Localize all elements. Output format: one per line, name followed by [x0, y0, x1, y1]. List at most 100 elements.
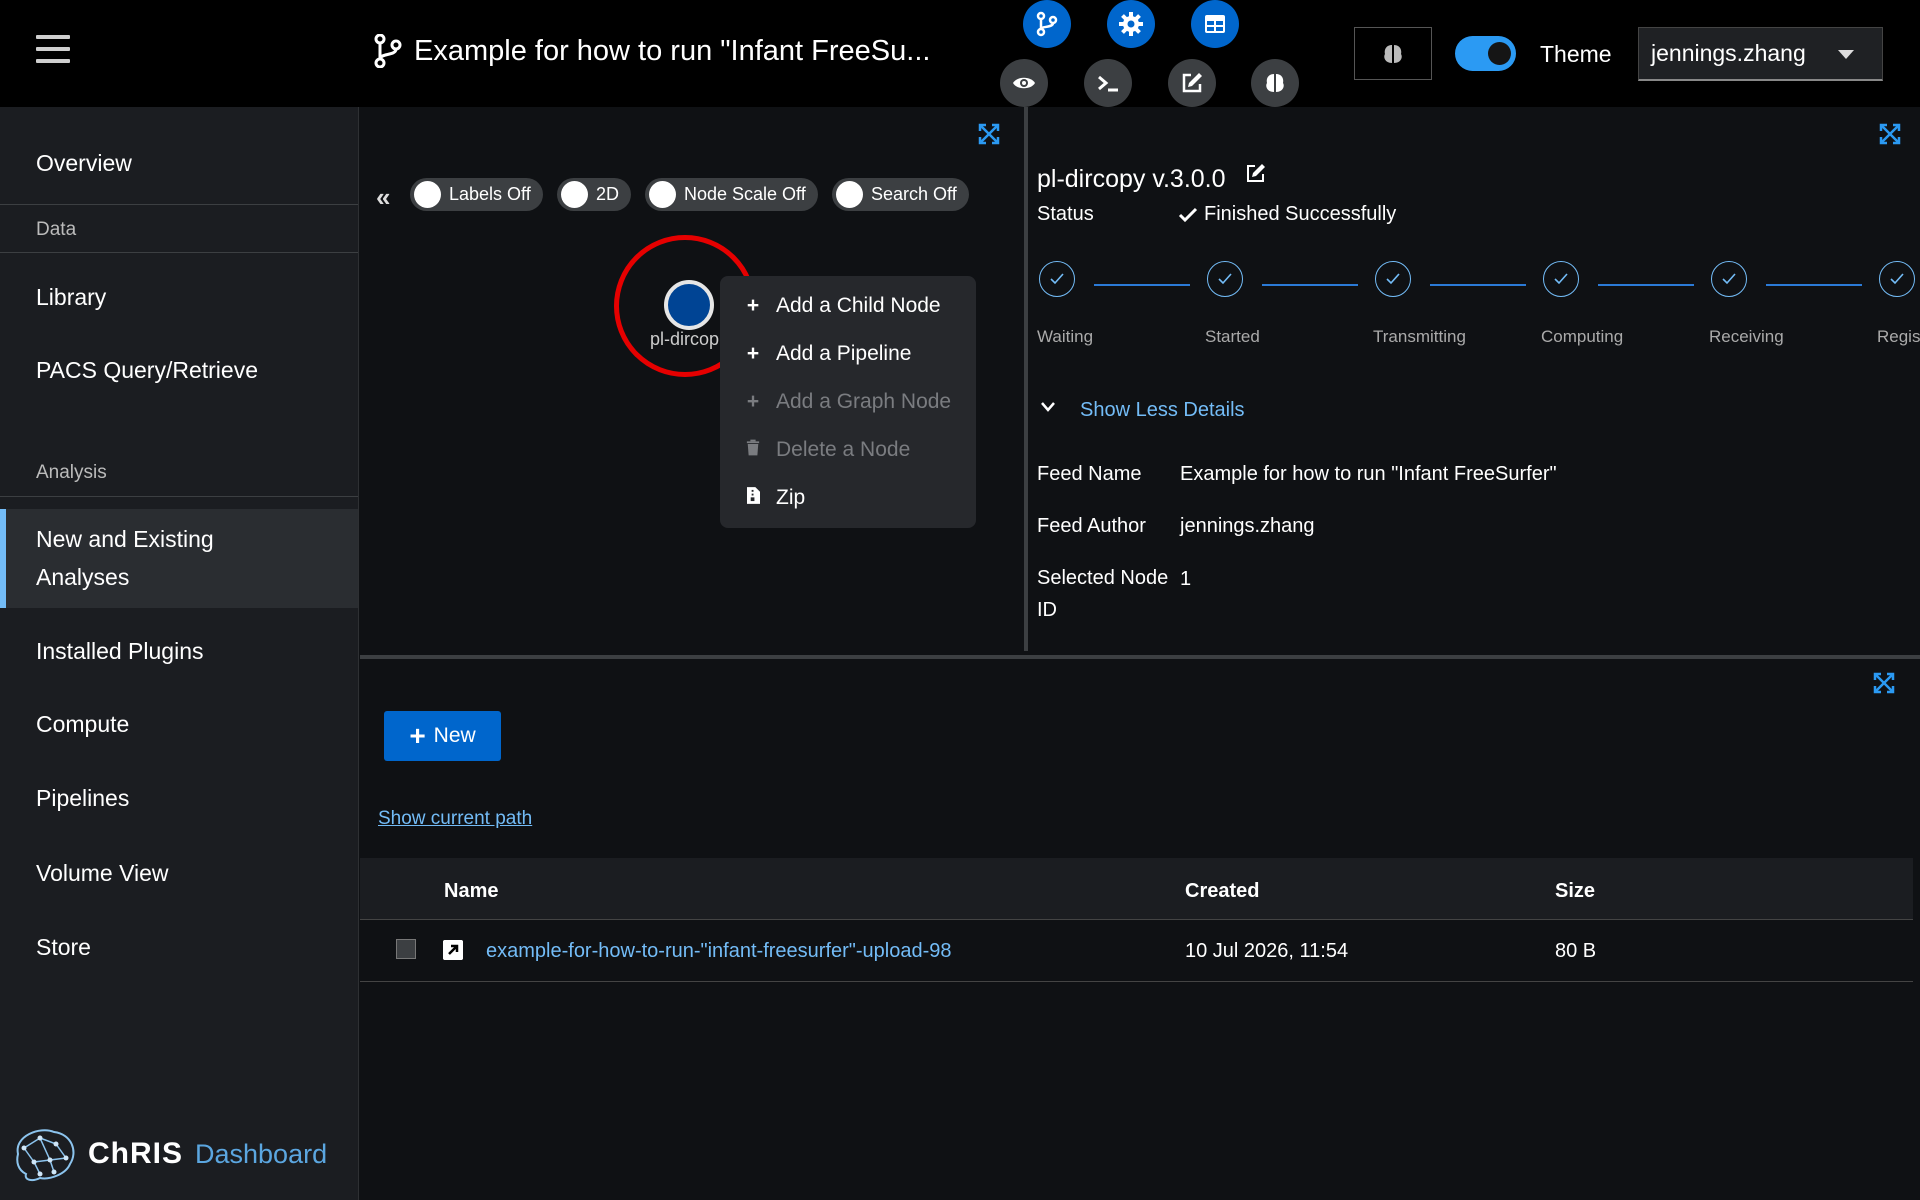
- username: jennings.zhang: [1651, 40, 1806, 66]
- step-connector: [1262, 284, 1358, 286]
- status-value: Finished Successfully: [1204, 203, 1397, 225]
- selected-node-label: Selected Node: [1037, 567, 1169, 589]
- step-circle-receiving: [1711, 261, 1747, 297]
- step-label: Regis: [1877, 327, 1920, 346]
- plus-icon: +: [746, 342, 760, 365]
- code-branch-icon: [1036, 11, 1058, 37]
- chris-brain-logo-icon: [16, 1129, 75, 1182]
- search-toggle[interactable]: Search Off: [832, 178, 969, 211]
- feed-name-value: Example for how to run "Infant FreeSurfe…: [1180, 463, 1557, 485]
- terminal-button[interactable]: [1084, 59, 1132, 107]
- step-circle-computing: [1543, 261, 1579, 297]
- step-circle-started: [1207, 261, 1243, 297]
- graph-view-button[interactable]: [1023, 0, 1071, 48]
- brain-toggle-button[interactable]: [1354, 27, 1432, 80]
- column-header-name[interactable]: Name: [444, 880, 498, 903]
- theme-toggle[interactable]: [1455, 36, 1516, 71]
- show-less-details-link[interactable]: Show Less Details: [1080, 399, 1245, 422]
- table-view-button[interactable]: [1191, 0, 1239, 48]
- labels-toggle[interactable]: Labels Off: [410, 178, 543, 211]
- menu-item-label: Add a Pipeline: [776, 342, 912, 365]
- theme-label: Theme: [1540, 41, 1612, 67]
- menu-item-zip[interactable]: Zip: [744, 486, 805, 510]
- step-label: Started: [1205, 327, 1260, 346]
- code-branch-icon: [374, 34, 402, 68]
- step-circle-waiting: [1039, 261, 1075, 297]
- sidebar-item-store[interactable]: Store: [0, 934, 358, 961]
- sidebar-divider: [0, 496, 358, 497]
- plus-icon: +: [746, 390, 760, 413]
- edit-icon[interactable]: [1245, 162, 1267, 184]
- status-value-group: Finished Successfully: [1178, 203, 1396, 226]
- brand-name: ChRIS: [88, 1137, 183, 1170]
- menu-item-label: Zip: [776, 486, 806, 509]
- step-connector: [1430, 284, 1526, 286]
- plus-icon: +: [409, 720, 426, 751]
- caret-down-icon: [1838, 50, 1854, 59]
- edit-button[interactable]: [1168, 59, 1216, 107]
- collapse-double-chevron-icon[interactable]: «: [376, 182, 390, 213]
- labels-toggle-label: Labels Off: [449, 184, 531, 204]
- sidebar-item-installed-plugins[interactable]: Installed Plugins: [0, 638, 358, 665]
- step-label: Transmitting: [1373, 327, 1466, 346]
- user-dropdown[interactable]: jennings.zhang: [1638, 27, 1883, 81]
- feed-author-value: jennings.zhang: [1180, 515, 1315, 537]
- check-icon: [1386, 273, 1400, 285]
- sidebar-section-analysis: Analysis: [36, 462, 107, 483]
- check-icon: [1218, 273, 1232, 285]
- row-checkbox[interactable]: [396, 939, 416, 959]
- menu-item-add-pipeline[interactable]: + Add a Pipeline: [744, 342, 912, 366]
- sidebar-item-volume-view[interactable]: Volume View: [0, 860, 358, 887]
- file-archive-icon: [744, 486, 762, 510]
- menu-item-label: Delete a Node: [776, 438, 911, 461]
- show-current-path-link[interactable]: Show current path: [378, 808, 532, 830]
- node-context-menu: + Add a Child Node + Add a Pipeline + Add a…: [720, 276, 976, 528]
- file-name-link[interactable]: example-for-how-to-run-"infant-freesurfe…: [486, 940, 952, 963]
- file-created: 10 Jul 2026, 11:54: [1185, 940, 1349, 962]
- brand-logo: ChRIS Dashboard: [10, 1124, 327, 1184]
- terminal-icon: [1098, 75, 1118, 92]
- step-connector: [1766, 284, 1862, 286]
- sidebar-item-pacs[interactable]: PACS Query/Retrieve: [0, 357, 358, 384]
- sidebar-section-data: Data: [36, 219, 77, 240]
- sidebar-item-compute[interactable]: Compute: [0, 711, 358, 738]
- new-button-label: New: [433, 724, 476, 747]
- check-icon: [1554, 273, 1568, 285]
- sidebar-item-library[interactable]: Library: [0, 284, 358, 311]
- sidebar-item-overview[interactable]: Overview: [0, 150, 358, 177]
- dimension-toggle[interactable]: 2D: [557, 178, 632, 211]
- menu-item-delete-node: Delete a Node: [744, 438, 910, 462]
- preview-button[interactable]: [1000, 59, 1048, 107]
- brain-icon: [1266, 74, 1284, 92]
- step-label: Waiting: [1037, 327, 1094, 346]
- expand-icon[interactable]: [978, 123, 1000, 145]
- settings-button[interactable]: [1107, 0, 1155, 48]
- expand-icon[interactable]: [1873, 672, 1895, 694]
- chevron-down-icon[interactable]: [1040, 401, 1056, 413]
- brand-product: Dashboard: [195, 1138, 328, 1169]
- search-toggle-label: Search Off: [871, 184, 957, 204]
- feed-title-group: Example for how to run "Infant FreeSu...: [374, 34, 930, 68]
- node-scale-toggle-label: Node Scale Off: [684, 184, 806, 204]
- status-label: Status: [1037, 203, 1094, 225]
- brain-view-button[interactable]: [1251, 59, 1299, 107]
- file-size: 80 B: [1555, 940, 1597, 962]
- menu-item-add-graph-node: + Add a Graph Node: [744, 390, 951, 414]
- graph-node[interactable]: [664, 280, 714, 330]
- eye-icon: [1013, 77, 1035, 89]
- column-header-size[interactable]: Size: [1555, 880, 1595, 903]
- hamburger-menu-icon[interactable]: [36, 35, 70, 67]
- brain-icon: [1384, 44, 1402, 63]
- sidebar-item-analyses[interactable]: New and Existing Analyses: [0, 509, 358, 608]
- new-button[interactable]: + New: [384, 711, 501, 761]
- node-scale-toggle[interactable]: Node Scale Off: [645, 178, 818, 211]
- expand-icon[interactable]: [1879, 123, 1901, 145]
- menu-item-add-child-node[interactable]: + Add a Child Node: [744, 294, 941, 318]
- sidebar-divider: [0, 252, 358, 253]
- menu-item-label: Add a Child Node: [776, 294, 941, 317]
- check-icon: [1050, 273, 1064, 285]
- column-header-created[interactable]: Created: [1185, 880, 1259, 903]
- sidebar-item-pipelines[interactable]: Pipelines: [0, 785, 358, 812]
- dimension-toggle-label: 2D: [596, 184, 620, 204]
- selected-node-label-id: ID: [1037, 599, 1057, 621]
